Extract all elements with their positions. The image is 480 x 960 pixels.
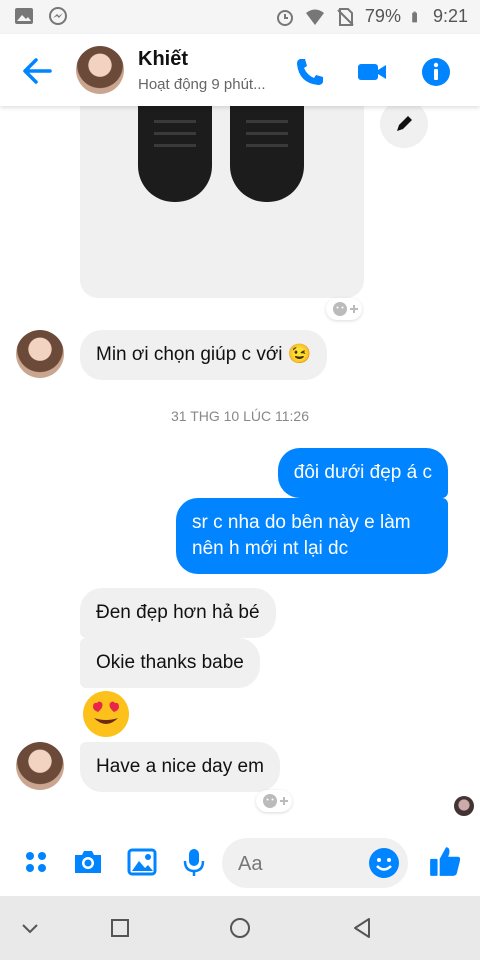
back-arrow-icon[interactable] xyxy=(20,54,54,88)
outgoing-message-multiline[interactable]: sr c nha do bên này e làm nên h mới nt l… xyxy=(176,498,448,574)
info-icon[interactable] xyxy=(420,56,452,88)
thumbs-up-like-icon[interactable] xyxy=(428,844,462,878)
back-triangle-icon[interactable] xyxy=(350,916,374,940)
alarm-icon xyxy=(276,9,293,26)
microphone-icon[interactable] xyxy=(178,846,210,878)
home-icon[interactable] xyxy=(228,916,252,940)
shared-photo-shoes[interactable] xyxy=(80,106,364,298)
sender-avatar[interactable] xyxy=(16,330,64,378)
camera-icon[interactable] xyxy=(72,846,104,878)
gallery-icon[interactable] xyxy=(126,846,158,878)
message-input-field[interactable] xyxy=(222,838,408,888)
outgoing-message[interactable]: đôi dưới đẹp á c xyxy=(277,448,448,498)
messenger-icon xyxy=(49,7,67,25)
system-navigation-bar xyxy=(0,896,480,960)
edit-photo-pencil-icon[interactable] xyxy=(380,106,428,148)
seen-indicator-avatar xyxy=(454,796,474,816)
outgoing-message-line: nên h mới nt lại dc xyxy=(192,538,349,559)
recent-apps-icon[interactable] xyxy=(108,916,132,940)
incoming-message[interactable]: Đen đẹp hơn hả bé xyxy=(80,588,276,638)
more-actions-icon[interactable] xyxy=(20,846,52,878)
shoe-left xyxy=(138,106,212,202)
incoming-message[interactable]: Have a nice day em xyxy=(80,742,280,792)
sender-avatar[interactable] xyxy=(16,742,64,790)
heart-eyes-emoji-icon[interactable] xyxy=(82,690,130,738)
add-reaction-icon[interactable] xyxy=(326,298,362,320)
phone-call-icon[interactable] xyxy=(294,56,326,88)
emoji-picker-icon[interactable] xyxy=(368,847,400,879)
video-call-icon[interactable] xyxy=(356,56,388,88)
contact-avatar[interactable] xyxy=(76,46,124,94)
message-timestamp: 31 THG 10 LÚC 11:26 xyxy=(170,408,309,424)
no-sim-icon xyxy=(337,7,354,26)
status-bar: 79% 9:21 xyxy=(0,0,480,34)
message-input[interactable] xyxy=(236,850,360,878)
contact-active-status: Hoạt động 9 phút... xyxy=(138,76,266,93)
outgoing-message-line: sr c nha do bên này e làm xyxy=(192,512,411,533)
incoming-message[interactable]: Min ơi chọn giúp c với 😉 xyxy=(80,330,328,380)
chat-header: Khiết Hoạt động 9 phút... xyxy=(0,34,480,106)
message-thread[interactable]: Min ơi chọn giúp c với 😉 31 THG 10 LÚC 1… xyxy=(0,106,480,830)
wifi-icon xyxy=(305,9,324,25)
clock: 9:21 xyxy=(432,6,468,26)
gallery-icon xyxy=(15,8,33,24)
chevron-down-icon[interactable] xyxy=(18,916,42,940)
message-composer xyxy=(0,830,480,896)
add-reaction-icon[interactable] xyxy=(256,790,292,812)
contact-name[interactable]: Khiết xyxy=(138,48,188,71)
incoming-message[interactable]: Okie thanks babe xyxy=(80,638,260,688)
battery-icon xyxy=(412,11,417,22)
battery-level: 79% xyxy=(364,6,401,26)
shoe-right xyxy=(230,106,304,202)
